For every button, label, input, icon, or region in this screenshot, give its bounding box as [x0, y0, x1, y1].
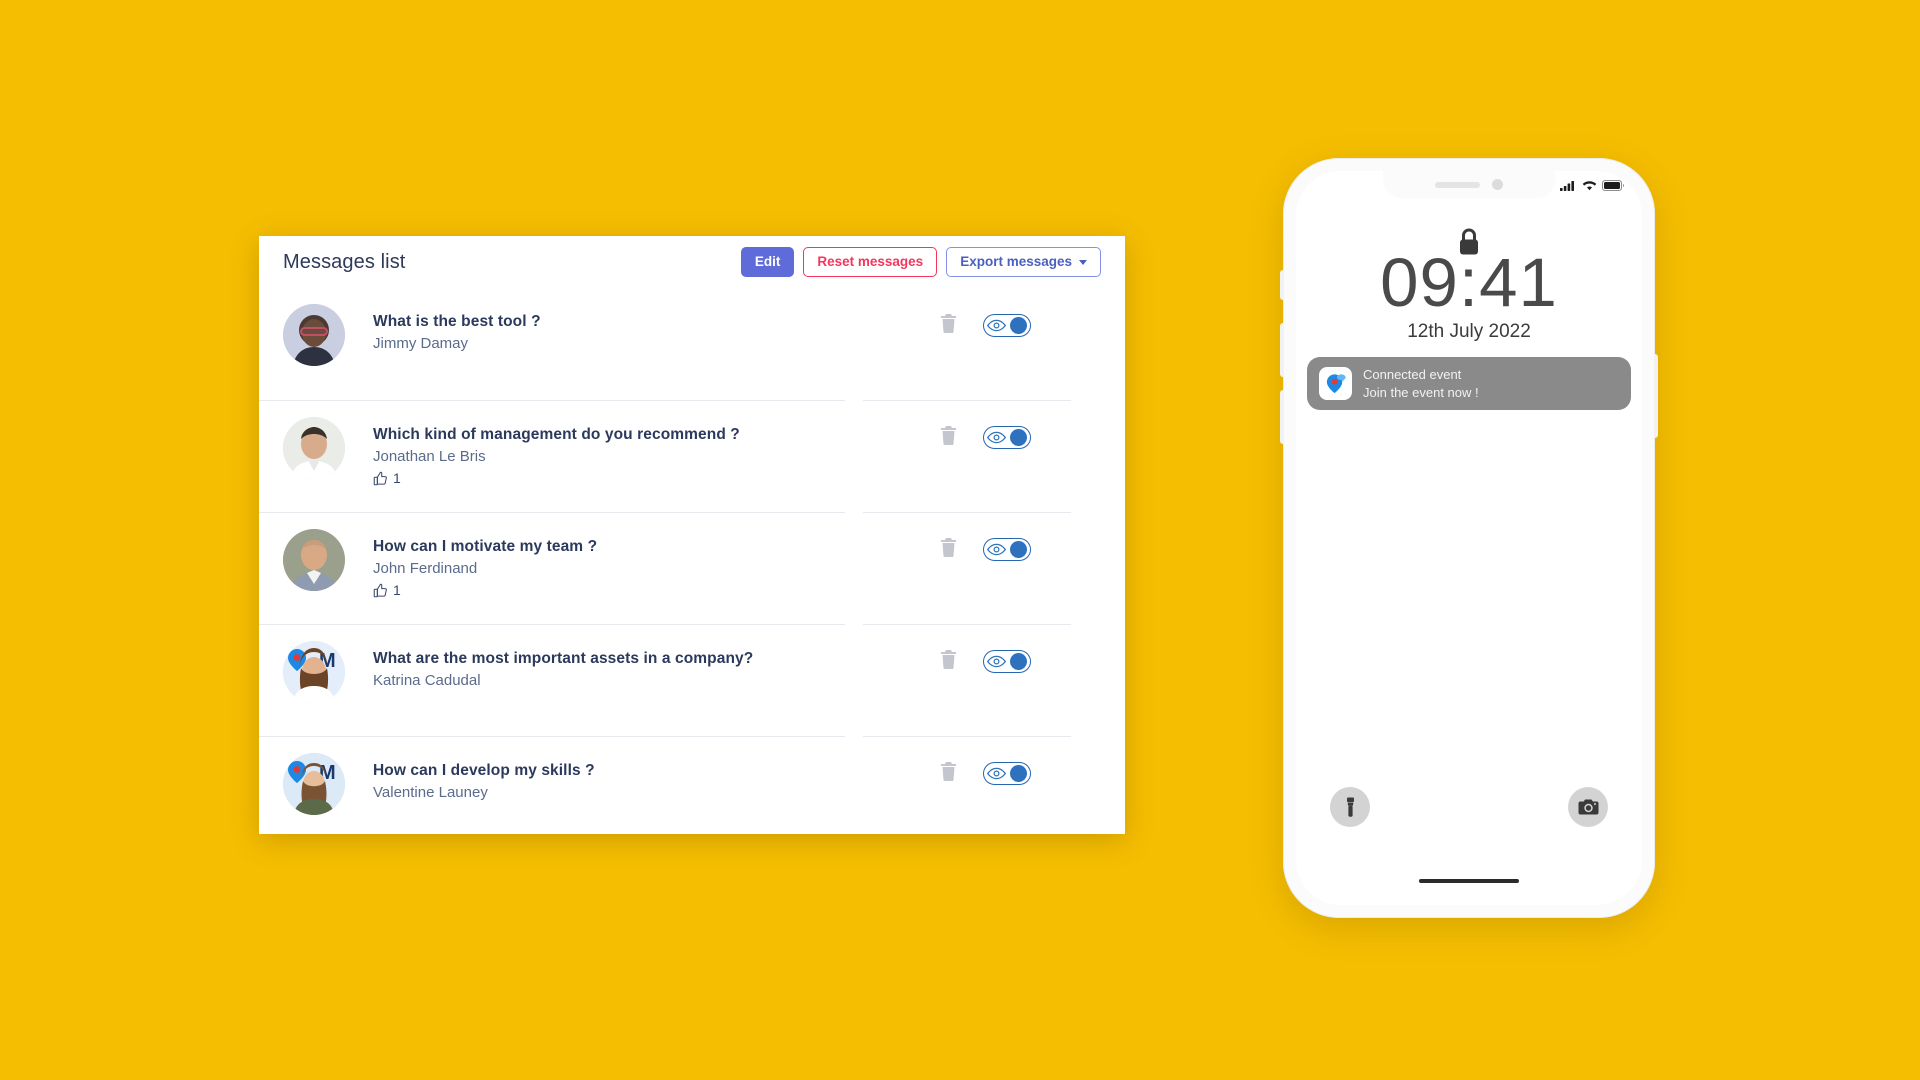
message-title: What is the best tool ?	[373, 313, 541, 330]
divider	[863, 400, 1071, 401]
message-text: How can I develop my skills ? Valentine …	[345, 753, 595, 801]
header-actions: Edit Reset messages Export messages	[740, 247, 1101, 277]
message-author: Jonathan Le Bris	[373, 448, 486, 465]
message-text: How can I motivate my team ? John Ferdin…	[345, 529, 597, 598]
delete-icon[interactable]	[940, 426, 957, 445]
location-pin-app-icon	[1319, 367, 1352, 400]
reset-messages-button[interactable]: Reset messages	[803, 247, 938, 277]
eye-icon	[986, 431, 1006, 444]
camera-button[interactable]	[1568, 787, 1608, 827]
row-controls	[845, 288, 1125, 400]
toggle-knob	[1009, 765, 1027, 782]
message-author: Jimmy Damay	[373, 335, 469, 352]
chevron-down-icon	[1079, 259, 1087, 265]
speaker-grille-icon	[1435, 181, 1480, 188]
notification-banner[interactable]: Connected event Join the event now !	[1307, 357, 1631, 410]
edit-button[interactable]: Edit	[740, 247, 795, 277]
like-count: 1	[373, 582, 597, 598]
thumbs-up-icon	[373, 471, 387, 485]
volume-up-button[interactable]	[1280, 323, 1284, 377]
eye-icon	[986, 655, 1006, 668]
message-title: How can I motivate my team ?	[373, 538, 598, 555]
table-row[interactable]: M What are the most important assets in …	[259, 624, 845, 736]
power-button[interactable]	[1654, 354, 1658, 438]
row-controls	[845, 736, 1125, 834]
row-controls	[845, 400, 1125, 512]
volume-down-button[interactable]	[1280, 390, 1284, 444]
visibility-toggle[interactable]	[982, 650, 1031, 673]
delete-icon[interactable]	[940, 650, 957, 669]
eye-icon	[986, 319, 1006, 332]
signal-bars-icon	[1560, 181, 1574, 191]
messages-list: What is the best tool ? Jimmy Damay Whic…	[259, 288, 845, 834]
message-text: What is the best tool ? Jimmy Damay	[345, 304, 541, 352]
visibility-toggle[interactable]	[982, 538, 1031, 561]
toggle-knob	[1009, 541, 1027, 558]
eye-icon	[986, 543, 1006, 556]
message-author: Katrina Cadudal	[373, 672, 481, 689]
message-title: Which kind of management do you recommen…	[373, 426, 740, 443]
message-title: How can I develop my skills ?	[373, 762, 595, 779]
toggle-knob	[1009, 429, 1027, 446]
like-count: 1	[373, 470, 740, 486]
divider	[863, 624, 1071, 625]
divider	[863, 736, 1071, 737]
avatar: M	[283, 641, 345, 703]
table-row[interactable]: M How can I develop my skills ? Valentin…	[259, 736, 845, 834]
panel-body: What is the best tool ? Jimmy Damay Whic…	[259, 288, 1125, 834]
lock-screen-date: 12th July 2022	[1407, 321, 1531, 342]
visibility-toggle[interactable]	[982, 762, 1031, 785]
mute-switch-button[interactable]	[1280, 270, 1284, 300]
messages-panel: Messages list Edit Reset messages Export…	[259, 236, 1125, 834]
row-controls	[845, 624, 1125, 736]
divider	[863, 512, 1071, 513]
message-text: Which kind of management do you recommen…	[345, 417, 740, 486]
avatar: M	[283, 753, 345, 815]
visibility-toggle[interactable]	[982, 426, 1031, 449]
notification-text: Connected event Join the event now !	[1363, 366, 1479, 401]
row-controls	[845, 512, 1125, 624]
table-row[interactable]: Which kind of management do you recommen…	[259, 400, 845, 512]
message-author: Valentine Launey	[373, 784, 488, 801]
phone-notch	[1383, 171, 1555, 198]
delete-icon[interactable]	[940, 762, 957, 781]
camera-icon	[1578, 799, 1598, 815]
status-bar	[1560, 180, 1624, 191]
message-text: What are the most important assets in a …	[345, 641, 753, 689]
battery-icon	[1602, 180, 1624, 191]
controls-column	[845, 288, 1125, 834]
phone-screen: 09:41 12th July 2022 Connected event Joi…	[1296, 171, 1642, 905]
export-messages-button[interactable]: Export messages	[946, 247, 1101, 277]
like-count-value: 1	[393, 470, 401, 486]
table-row[interactable]: How can I motivate my team ? John Ferdin…	[259, 512, 845, 624]
toggle-knob	[1009, 653, 1027, 670]
page-title: Messages list	[283, 250, 406, 273]
avatar	[283, 529, 345, 591]
toggle-knob	[1009, 317, 1027, 334]
visibility-toggle[interactable]	[982, 314, 1031, 337]
table-row[interactable]: What is the best tool ? Jimmy Damay	[259, 288, 845, 400]
delete-icon[interactable]	[940, 538, 957, 557]
flashlight-button[interactable]	[1330, 787, 1370, 827]
avatar	[283, 417, 345, 479]
avatar	[283, 304, 345, 366]
delete-icon[interactable]	[940, 314, 957, 333]
thumbs-up-icon	[373, 583, 387, 597]
front-camera-icon	[1492, 179, 1503, 190]
message-author: John Ferdinand	[373, 560, 478, 577]
phone-mockup: 09:41 12th July 2022 Connected event Joi…	[1280, 158, 1658, 918]
home-indicator[interactable]	[1419, 879, 1519, 883]
eye-icon	[986, 767, 1006, 780]
panel-header: Messages list Edit Reset messages Export…	[259, 236, 1125, 288]
message-title: What are the most important assets in a …	[373, 650, 754, 667]
lock-screen-time: 09:41	[1380, 244, 1558, 321]
flashlight-icon	[1346, 797, 1354, 817]
notification-body: Join the event now !	[1363, 384, 1479, 400]
like-count-value: 1	[393, 582, 401, 598]
export-messages-label: Export messages	[960, 254, 1072, 270]
notification-title: Connected event	[1363, 366, 1462, 382]
wifi-icon	[1582, 181, 1597, 191]
